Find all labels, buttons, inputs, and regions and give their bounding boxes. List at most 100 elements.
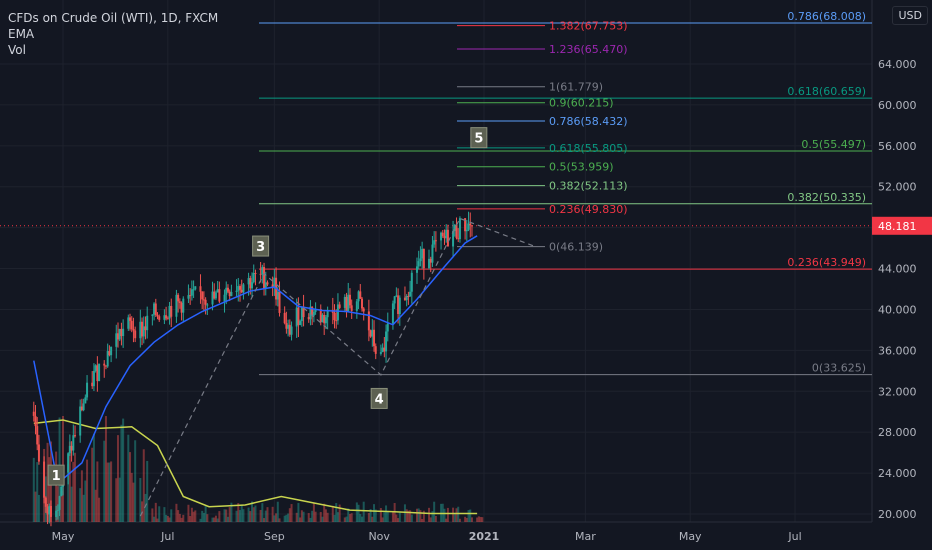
volume-bar — [323, 503, 326, 522]
candle-body — [285, 323, 288, 329]
volume-bar — [359, 514, 362, 522]
volume-bar — [86, 459, 89, 522]
candle-body — [223, 294, 226, 302]
candle-body — [440, 232, 443, 241]
candle-body — [403, 297, 406, 301]
volume-bar — [204, 506, 207, 522]
candle-body — [321, 314, 324, 323]
volume-bar — [434, 515, 437, 522]
volume-bar — [398, 512, 401, 522]
currency-button[interactable]: USD — [892, 6, 928, 25]
candle-body — [146, 315, 149, 331]
candle-body — [60, 486, 63, 497]
candle-body — [110, 346, 113, 356]
volume-bar — [194, 510, 197, 522]
y-tick-label: 20.000 — [878, 508, 917, 521]
price-tag-label: 48.181 — [878, 220, 917, 233]
volume-bar — [415, 508, 418, 522]
volume-bar — [290, 504, 293, 522]
x-tick-label: May — [52, 530, 75, 543]
candle-body — [74, 435, 77, 437]
candle-body — [407, 295, 410, 297]
volume-bar — [264, 510, 267, 522]
candle-body — [254, 272, 257, 274]
volume-bar — [383, 512, 386, 522]
candle-body — [348, 294, 351, 306]
fib-level-label: 0.382(50.335) — [787, 191, 866, 204]
candle-body — [46, 506, 49, 515]
volume-bar — [240, 504, 243, 522]
volume-bar — [130, 472, 133, 522]
fib-level-label: 0.618(55.805) — [549, 142, 628, 155]
symbol-title[interactable]: CFDs on Crude Oil (WTI), 1D, FXCM — [8, 10, 218, 26]
volume-bar — [283, 515, 286, 522]
candle-body — [165, 315, 168, 319]
volume-bar — [74, 452, 77, 522]
volume-bar — [345, 516, 348, 522]
volume-bar — [189, 516, 192, 522]
candle-body — [249, 278, 252, 289]
candle-body — [470, 225, 473, 227]
candle-body — [213, 291, 216, 299]
volume-bar — [321, 516, 324, 522]
candle-body — [288, 324, 291, 335]
candle-body — [409, 291, 412, 297]
candle-body — [379, 352, 382, 354]
fib-level-label: 0.618(60.659) — [787, 85, 866, 98]
volume-bar — [110, 461, 113, 522]
volume-bar — [350, 513, 353, 522]
volume-bar — [457, 506, 460, 522]
candle-body — [238, 286, 241, 290]
volume-bar — [417, 508, 420, 522]
candle-body — [383, 347, 386, 352]
price-chart[interactable]: 20.000 24.000 28.000 32.000 36.000 40.000 44.0… — [0, 0, 932, 550]
volume-bar — [34, 491, 37, 522]
volume-bar — [118, 477, 121, 522]
volume-bar — [355, 502, 358, 522]
candle-body — [465, 229, 468, 232]
candle-body — [467, 223, 470, 230]
volume-bar — [127, 434, 130, 522]
candle-body — [355, 301, 358, 311]
volume-bar — [214, 515, 217, 522]
candle-body — [36, 426, 39, 445]
candle-body — [211, 291, 214, 305]
candle-body — [55, 510, 58, 517]
volume-bar — [80, 470, 83, 522]
candle-body — [297, 307, 300, 326]
candle-body — [252, 272, 255, 283]
candle-body — [144, 326, 147, 331]
volume-bar — [180, 517, 183, 522]
candle-body — [251, 282, 254, 289]
volume-bar — [154, 502, 157, 522]
y-tick-label: 40.000 — [878, 303, 917, 316]
candle-body — [386, 323, 389, 332]
volume-bar — [469, 509, 472, 522]
volume-bar — [311, 510, 314, 522]
volume-bar — [333, 514, 336, 522]
y-tick-label: 36.000 — [878, 344, 917, 357]
ema-indicator-label[interactable]: EMA — [8, 26, 218, 42]
fib-level-label: 0.786(58.432) — [549, 115, 628, 128]
candle-body — [300, 306, 303, 322]
volume-bar — [324, 509, 327, 522]
volume-bar — [32, 457, 35, 522]
volume-bar — [357, 504, 360, 522]
candle-body — [230, 291, 233, 297]
candle-body — [323, 314, 326, 324]
volume-indicator-label[interactable]: Vol — [8, 42, 218, 58]
volume-bar — [103, 440, 106, 522]
volume-bar — [182, 514, 185, 522]
candle-body — [158, 316, 161, 320]
candle-body — [180, 302, 183, 313]
candle-body — [68, 445, 71, 454]
volume-bar — [94, 489, 97, 522]
candle-body — [151, 314, 154, 316]
volume-bar — [479, 516, 482, 522]
candle-body — [49, 506, 52, 517]
volume-bar — [443, 508, 446, 522]
candle-body — [415, 266, 418, 273]
volume-bar — [120, 424, 123, 522]
candle-body — [287, 324, 290, 329]
candle-body — [469, 223, 472, 226]
